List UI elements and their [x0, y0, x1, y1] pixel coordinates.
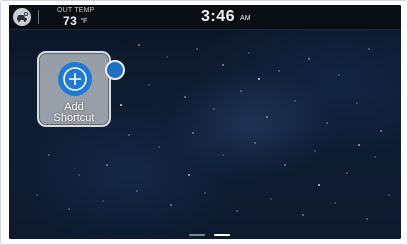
- outside-temp-unit: °F: [80, 18, 88, 25]
- page-indicator: [189, 234, 239, 238]
- plus-circle-icon: [63, 67, 87, 91]
- outside-temp-number: 73: [63, 14, 78, 28]
- clock-period: AM: [240, 15, 251, 22]
- tile-drag-handle[interactable]: [105, 60, 125, 80]
- add-shortcut-button[interactable]: [58, 62, 92, 96]
- outside-temp-value: 73 °F: [63, 14, 87, 29]
- add-shortcut-label-line2: Shortcut: [53, 112, 95, 124]
- status-divider: [38, 10, 39, 24]
- display-frame: OUT TEMP 73 °F 3:46 AM Add Shortcut: [0, 0, 408, 245]
- page-indicator-dot-2-active[interactable]: [214, 234, 230, 236]
- status-bar: OUT TEMP 73 °F 3:46 AM: [9, 5, 401, 30]
- car-settings-button[interactable]: [13, 8, 31, 26]
- car-settings-icon: [17, 11, 29, 22]
- add-shortcut-tile[interactable]: Add Shortcut: [37, 51, 111, 127]
- clock-time: 3:46: [201, 8, 236, 25]
- home-screen: OUT TEMP 73 °F 3:46 AM Add Shortcut: [9, 5, 401, 239]
- clock: 3:46 AM: [201, 7, 251, 29]
- page-indicator-dot-1[interactable]: [189, 234, 205, 236]
